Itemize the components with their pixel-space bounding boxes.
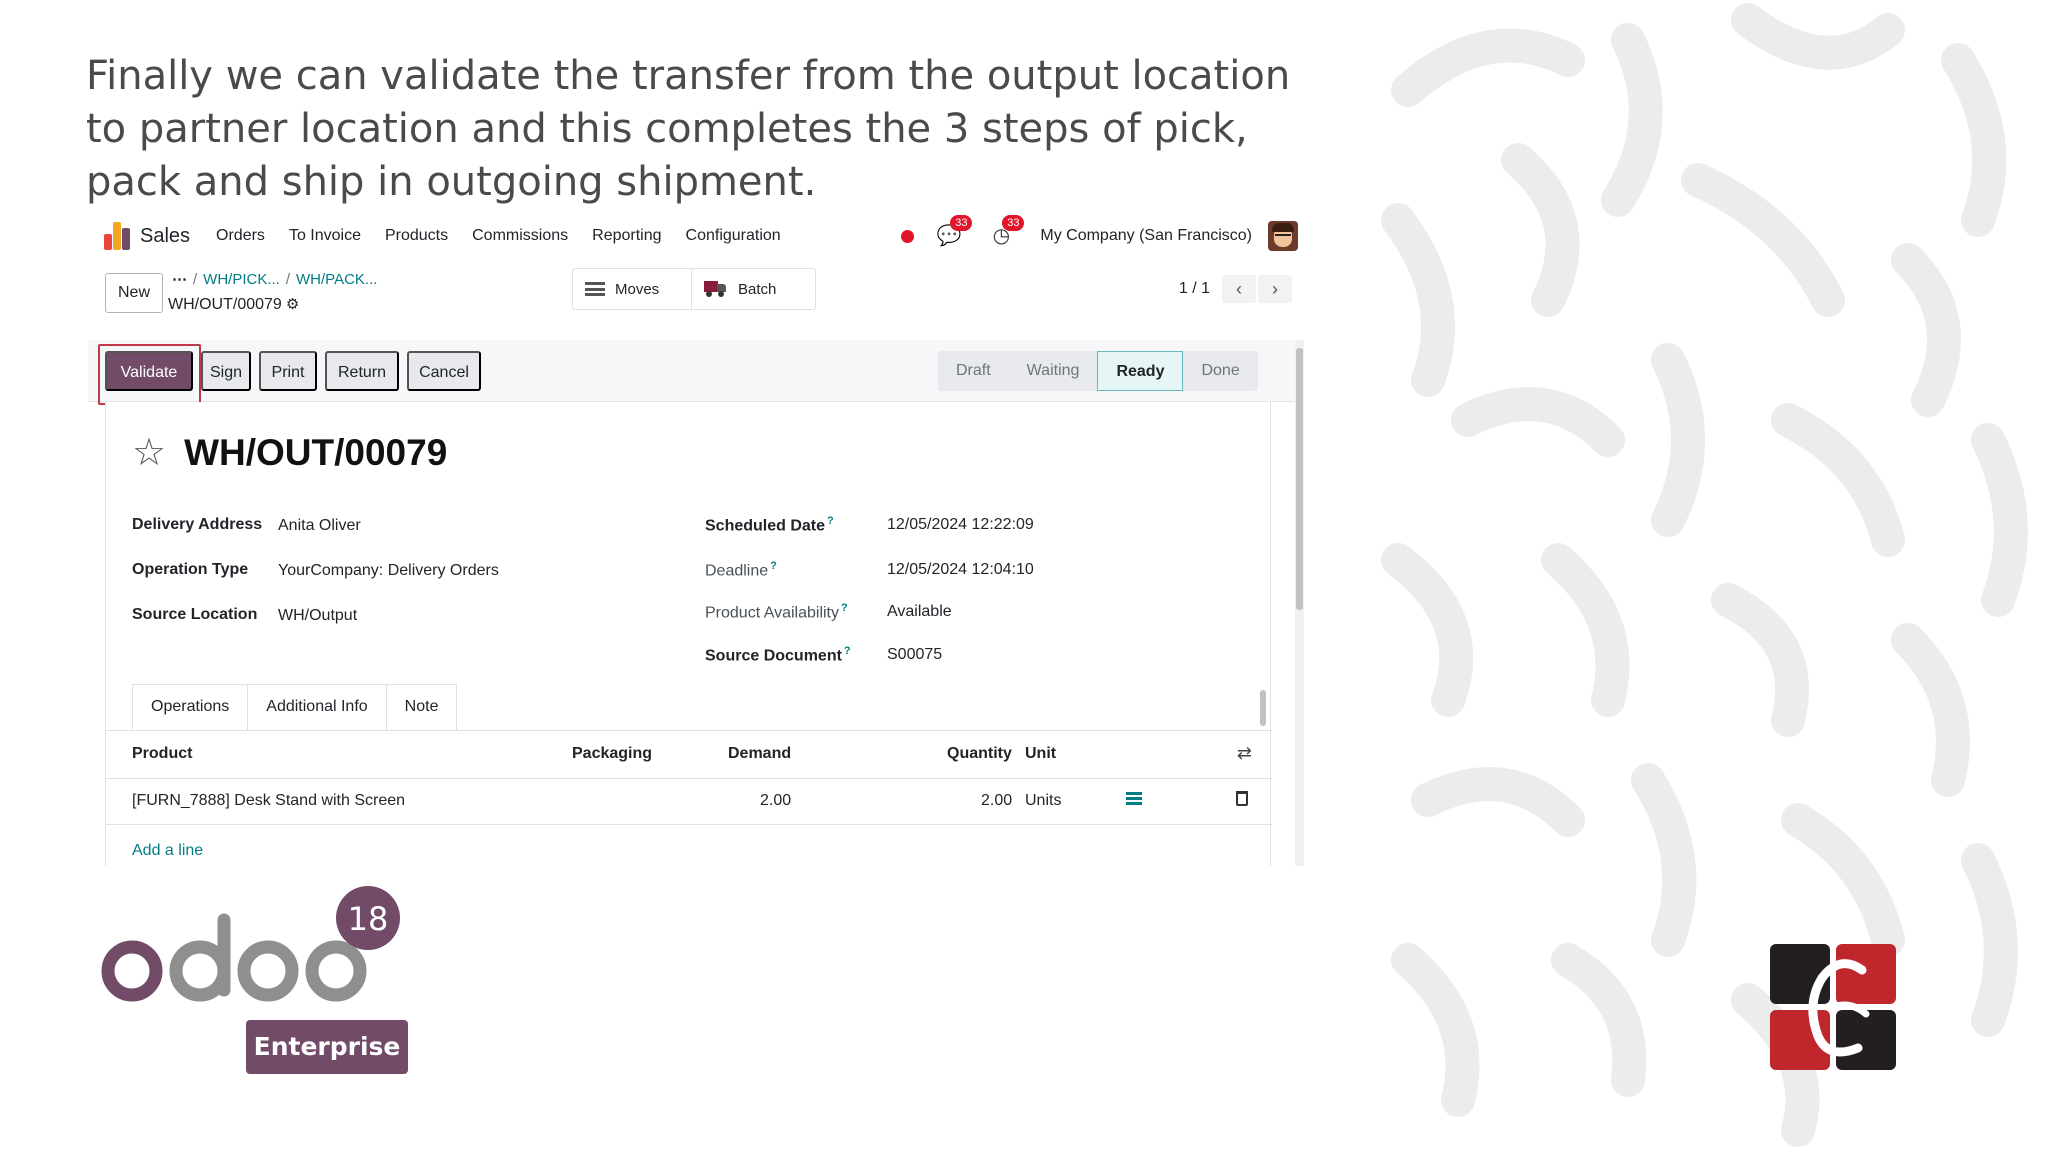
product-availability-value: Available [887,603,952,620]
tab-note[interactable]: Note [385,684,458,730]
app-name[interactable]: Sales [140,225,190,248]
sign-button[interactable]: Sign [201,351,251,391]
col-packaging[interactable]: Packaging [572,745,652,763]
detailed-operations-icon[interactable] [1126,791,1142,807]
decorative-pattern [1368,0,2048,1152]
company-logo-icon [1770,944,1896,1070]
slide-caption: Finally we can validate the transfer fro… [86,53,1291,205]
tab-operations[interactable]: Operations [132,684,249,730]
stage-draft[interactable]: Draft [938,351,1009,391]
menu-reporting[interactable]: Reporting [592,227,661,245]
add-line-link[interactable]: Add a line [132,842,203,860]
row-quantity[interactable]: 2.00 [981,792,1012,810]
source-document-label: Source Document [705,647,842,665]
batch-button[interactable]: Batch [691,269,788,309]
trash-icon[interactable] [1236,791,1248,806]
return-button[interactable]: Return [325,351,399,391]
col-demand[interactable]: Demand [728,745,791,763]
breadcrumb-more-icon[interactable]: ⋯ [172,271,187,288]
print-button[interactable]: Print [259,351,317,391]
pager-value[interactable]: 1 / 1 [1179,280,1210,298]
list-bars-icon [585,282,605,296]
pager: 1 / 1 ‹ › [1179,275,1292,303]
smart-buttons: Moves Batch [572,268,816,310]
new-button[interactable]: New [105,273,163,313]
menu-commissions[interactable]: Commissions [472,227,568,245]
menu-to-invoice[interactable]: To Invoice [289,227,361,245]
delivery-address-value[interactable]: Anita Oliver [278,517,361,535]
source-document-value[interactable]: S00075 [887,646,942,664]
star-icon[interactable]: ☆ [132,433,166,473]
row-product[interactable]: [FURN_7888] Desk Stand with Screen [132,792,405,810]
navbar-systray: 💬 33 ◷ 33 My Company (San Francisco) [901,214,1304,258]
product-availability-label: Product Availability [705,604,839,622]
cancel-button[interactable]: Cancel [407,351,481,391]
deadline-label: Deadline [705,562,769,580]
menu-orders[interactable]: Orders [216,227,265,245]
delivery-address-label: Delivery Address [132,516,263,533]
status-stages: Draft Waiting Ready Done [938,351,1258,391]
activities-clock-icon[interactable]: ◷ 33 [988,215,1025,249]
deadline-value[interactable]: 12/05/2024 12:04:10 [887,561,1034,579]
form-view: Validate Sign Print Return Cancel Draft … [88,340,1304,866]
row-demand[interactable]: 2.00 [760,792,791,810]
form-statusbar: Validate Sign Print Return Cancel Draft … [88,340,1295,405]
title-row: ☆ WH/OUT/00079 [132,432,447,474]
breadcrumb: ⋯ / WH/PICK... / WH/PACK... [172,271,378,288]
form-notebook-tabs: Operations Additional Info Note [132,684,458,730]
stage-done[interactable]: Done [1183,351,1257,391]
tab-additional-info[interactable]: Additional Info [247,684,387,730]
help-tooltip-icon[interactable]: ? [827,515,834,527]
moves-button[interactable]: Moves [573,269,691,309]
scheduled-date-label: Scheduled Date [705,517,826,535]
odoo-app-window: Sales Orders To Invoice Products Commiss… [88,214,1304,866]
enterprise-badge: Enterprise [246,1020,408,1074]
col-quantity[interactable]: Quantity [947,745,1012,763]
validate-button[interactable]: Validate [105,351,193,391]
menu-configuration[interactable]: Configuration [686,227,781,245]
messages-icon[interactable]: 💬 33 [936,215,973,249]
scheduled-date-value[interactable]: 12/05/2024 12:22:09 [887,516,1034,534]
truck-icon [704,281,726,297]
current-record-name: WH/OUT/00079 [168,296,282,313]
breadcrumb-current-record: WH/OUT/00079 ⚙ [168,295,299,314]
activities-badge: 33 [1002,215,1025,231]
menu-products[interactable]: Products [385,227,448,245]
batch-label: Batch [738,280,777,298]
help-tooltip-icon[interactable]: ? [844,645,851,657]
operation-type-label: Operation Type [132,561,249,578]
stage-waiting[interactable]: Waiting [1009,351,1098,391]
main-navbar: Sales Orders To Invoice Products Commiss… [88,214,1304,258]
form-scrollbar[interactable] [1295,340,1304,866]
source-location-label: Source Location [132,606,258,623]
operation-type-value[interactable]: YourCompany: Delivery Orders [278,562,499,580]
control-panel: New ⋯ / WH/PICK... / WH/PACK... WH/OUT/00079… [88,258,1304,334]
chevron-right-icon[interactable]: › [1258,275,1292,303]
row-unit[interactable]: Units [1025,792,1061,810]
company-switcher[interactable]: My Company (San Francisco) [1040,227,1252,245]
stage-ready[interactable]: Ready [1097,351,1184,391]
source-location-value[interactable]: WH/Output [278,607,357,625]
help-tooltip-icon[interactable]: ? [770,560,777,572]
optional-columns-icon[interactable]: ⇄ [1237,743,1252,764]
record-title: WH/OUT/00079 [184,432,448,473]
breadcrumb-pack[interactable]: WH/PACK... [296,271,377,288]
help-tooltip-icon[interactable]: ? [841,602,848,614]
sales-app-icon[interactable] [104,222,130,250]
inner-scrollbar[interactable] [1260,690,1266,726]
col-product[interactable]: Product [132,745,192,763]
moves-label: Moves [615,280,660,298]
version-number: 18 [348,900,389,938]
operations-table-header: Product Packaging Demand Quantity Unit ⇄ [106,731,1272,779]
breadcrumb-pick[interactable]: WH/PICK... [203,271,280,288]
col-unit[interactable]: Unit [1025,745,1056,763]
messages-badge: 33 [950,215,973,231]
chevron-left-icon[interactable]: ‹ [1222,275,1256,303]
recording-dot-icon [901,229,915,243]
user-avatar[interactable] [1268,221,1298,251]
gear-icon[interactable]: ⚙ [286,295,299,313]
form-sheet: ☆ WH/OUT/00079 Delivery Address Anita Ol… [105,402,1272,866]
table-row[interactable]: [FURN_7888] Desk Stand with Screen 2.00 … [106,779,1272,825]
